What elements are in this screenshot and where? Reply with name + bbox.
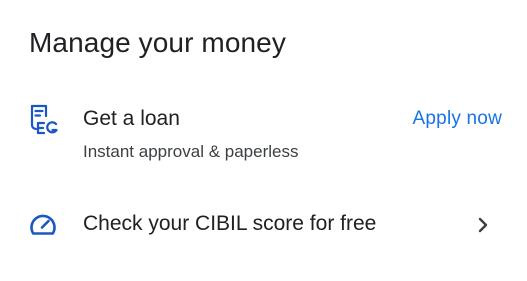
cibil-score-row[interactable]: Check your CIBIL score for free	[0, 200, 527, 250]
chevron-right-icon	[475, 214, 491, 236]
section-title: Manage your money	[29, 27, 286, 58]
speedometer-icon	[25, 207, 61, 243]
loan-subtitle: Instant approval & paperless	[83, 142, 299, 161]
loan-document-icon	[25, 102, 61, 138]
loan-title: Get a loan	[83, 107, 180, 130]
apply-now-link[interactable]: Apply now	[413, 106, 502, 132]
cibil-title: Check your CIBIL score for free	[83, 212, 377, 235]
manage-money-card: Manage your money Get a loan Instant app…	[0, 0, 527, 281]
loan-row[interactable]: Get a loan Instant approval & paperless …	[0, 100, 527, 172]
